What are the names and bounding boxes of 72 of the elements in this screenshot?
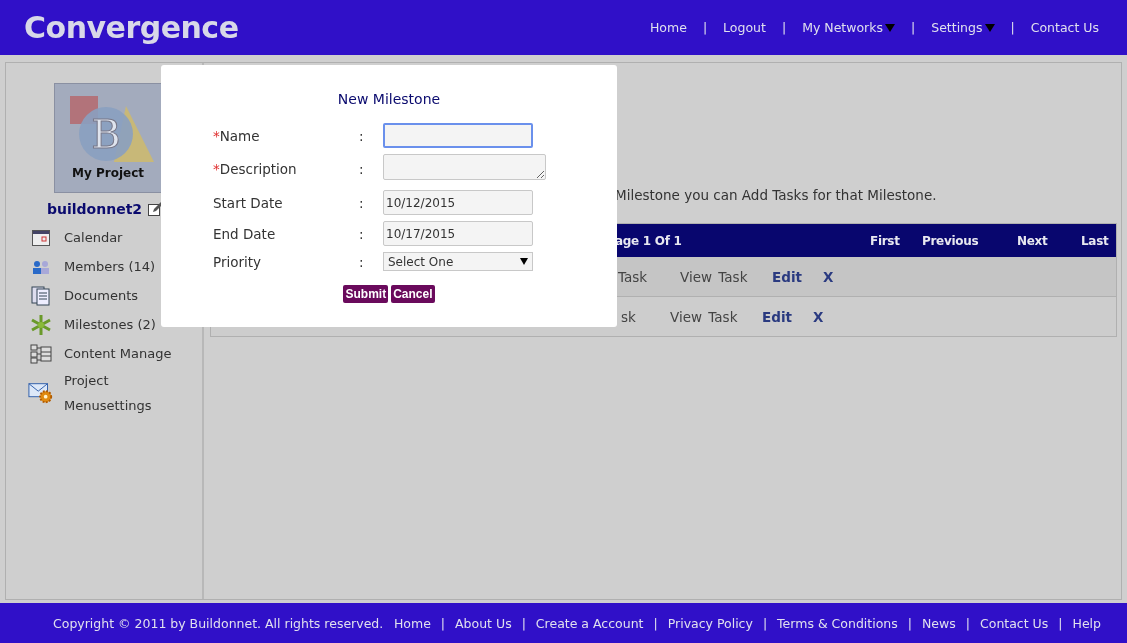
add-task-link[interactable]: Task bbox=[618, 268, 680, 285]
footer-separator: | bbox=[653, 615, 658, 631]
colon: : bbox=[359, 127, 365, 144]
caret-icon bbox=[984, 23, 995, 32]
nav-link[interactable]: Contact Us bbox=[1030, 20, 1099, 35]
footer-link[interactable]: About Us bbox=[455, 615, 512, 631]
sidebar-item[interactable]: Milestones (2) bbox=[6, 310, 176, 339]
footer-link[interactable]: Help bbox=[1072, 615, 1101, 631]
footer-link[interactable]: Contact Us bbox=[980, 615, 1049, 631]
copyright-text: Copyright © 2011 by Buildonnet. All rights reserved. bbox=[53, 615, 384, 631]
submit-button[interactable]: Submit bbox=[343, 285, 389, 303]
delete-link[interactable]: X bbox=[813, 308, 833, 325]
nav-separator: | bbox=[781, 20, 787, 35]
nav-separator: | bbox=[911, 20, 916, 35]
brand-logo[interactable]: Convergence bbox=[24, 10, 239, 45]
footer-separator: | bbox=[1058, 615, 1063, 631]
input-field[interactable] bbox=[383, 123, 533, 148]
footer-separator: | bbox=[965, 615, 970, 631]
add-task-link[interactable]: sk bbox=[621, 308, 670, 325]
view-task-link[interactable]: View Task bbox=[670, 308, 762, 325]
sidebar-item[interactable]: Members (14) bbox=[6, 252, 176, 281]
pager-link[interactable]: Next bbox=[1017, 233, 1081, 248]
footer-link[interactable]: Privacy Policy bbox=[667, 615, 753, 631]
field-label: End Date bbox=[213, 225, 277, 242]
footer-link[interactable]: Home bbox=[393, 615, 431, 631]
project-name: buildonnet2 bbox=[47, 201, 143, 217]
footer-separator: | bbox=[521, 615, 526, 631]
field-label: Priority bbox=[213, 253, 263, 270]
field-label: Start Date bbox=[213, 194, 284, 211]
description-field[interactable] bbox=[383, 154, 546, 180]
sidebar-item[interactable]: Documents bbox=[6, 281, 176, 310]
people-icon bbox=[32, 259, 50, 274]
gear-envelope-icon bbox=[28, 381, 54, 405]
nav-link[interactable]: Settings bbox=[931, 20, 995, 35]
sidebar-item[interactable]: Project Menusettings bbox=[6, 368, 176, 418]
footer-link[interactable]: Create a Account bbox=[535, 615, 644, 631]
colon: : bbox=[359, 253, 365, 270]
nav-link[interactable]: My Networks bbox=[802, 20, 895, 35]
sidebar-item[interactable]: Content Manage bbox=[6, 339, 176, 368]
page-indicator: age 1 Of 1 bbox=[615, 233, 683, 248]
footer-separator: | bbox=[762, 615, 768, 631]
footer-link[interactable]: News bbox=[922, 615, 956, 631]
footer-link[interactable]: Terms & Conditions bbox=[777, 615, 898, 631]
cancel-button[interactable]: Cancel bbox=[391, 285, 435, 303]
view-task-link[interactable]: View Task bbox=[680, 268, 772, 285]
input-field[interactable]: 10/17/2015 bbox=[383, 221, 533, 246]
nav-separator: | bbox=[1010, 20, 1015, 35]
colon: : bbox=[359, 194, 365, 211]
delete-link[interactable]: X bbox=[823, 268, 843, 285]
edit-link[interactable]: Edit bbox=[772, 268, 823, 285]
pager-link[interactable]: First bbox=[870, 233, 922, 248]
nav-link[interactable]: Logout bbox=[723, 20, 766, 35]
sidebar-item[interactable]: Calendar bbox=[6, 223, 176, 252]
colon: : bbox=[359, 225, 365, 242]
field-label: *Description bbox=[213, 161, 298, 177]
snowflake-icon bbox=[30, 313, 52, 336]
nav-separator: | bbox=[702, 20, 708, 35]
edit-link[interactable]: Edit bbox=[762, 308, 813, 325]
calendar-icon bbox=[32, 229, 50, 246]
priority-select[interactable]: Select One bbox=[383, 252, 533, 271]
footer-separator: | bbox=[907, 615, 912, 631]
nav-link[interactable]: Home bbox=[649, 20, 687, 35]
dialog-title: New Milestone bbox=[337, 91, 441, 107]
documents-icon bbox=[31, 285, 51, 306]
footer-separator: | bbox=[440, 615, 446, 631]
pager-link[interactable]: Last bbox=[1081, 233, 1116, 248]
field-label: *Name bbox=[213, 127, 261, 144]
colon: : bbox=[359, 161, 365, 177]
sitemap-icon bbox=[30, 343, 52, 364]
pager-link[interactable]: Previous bbox=[922, 233, 1017, 248]
input-field[interactable]: 10/12/2015 bbox=[383, 190, 533, 215]
caret-icon bbox=[885, 23, 895, 32]
